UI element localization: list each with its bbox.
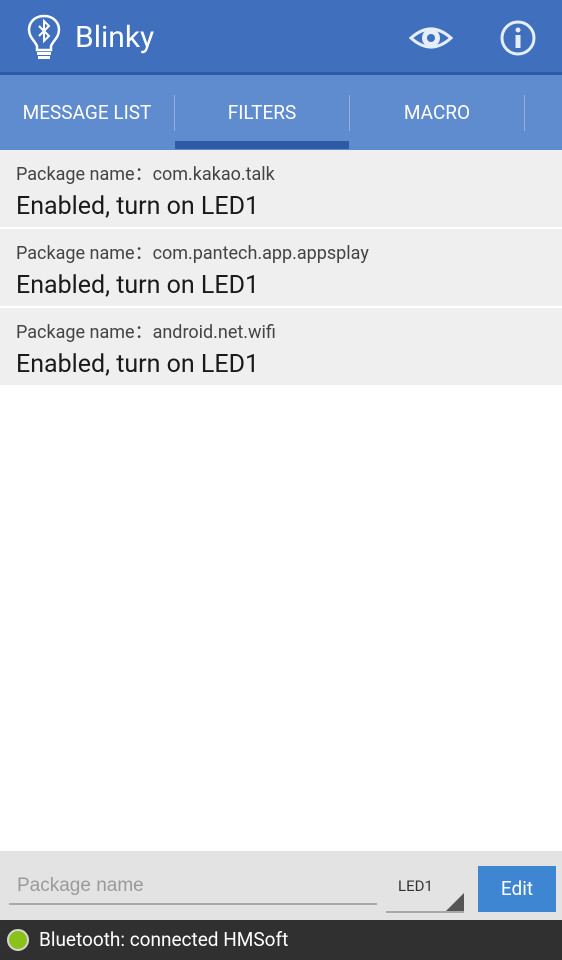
connection-indicator-icon — [7, 929, 29, 951]
edit-button[interactable]: Edit — [478, 866, 556, 912]
filter-status-text: Enabled, turn on LED1 — [16, 271, 260, 300]
package-name-input[interactable] — [9, 869, 377, 905]
app-bar: Blinky — [0, 0, 562, 75]
bluetooth-status-bar: Bluetooth: connected HMSoft — [0, 920, 562, 960]
package-name-text: Package name：android.net.wifi — [16, 322, 276, 343]
led-select-value: LED1 — [398, 877, 433, 895]
package-name-text: Package name：com.pantech.app.appsplay — [16, 243, 369, 264]
led-select[interactable]: LED1 — [386, 869, 464, 913]
filter-status-text: Enabled, turn on LED1 — [16, 350, 260, 379]
filter-row[interactable]: Package name：com.kakao.talk Enabled, tur… — [0, 150, 562, 229]
tab-label: MACRO — [403, 101, 471, 124]
eye-icon[interactable] — [408, 18, 454, 58]
tab-filters[interactable]: FILTERS — [175, 75, 349, 150]
app-title: Blinky — [75, 20, 155, 55]
bulb-bluetooth-icon — [27, 14, 61, 59]
filter-list: Package name：com.kakao.talk Enabled, tur… — [0, 150, 562, 387]
filter-editor-bar: LED1 Edit — [0, 851, 562, 920]
info-icon[interactable] — [498, 18, 538, 58]
filter-status-text: Enabled, turn on LED1 — [16, 192, 260, 221]
tab-macro[interactable]: MACRO — [350, 75, 524, 150]
tab-message-list[interactable]: MESSAGE LIST — [0, 75, 174, 150]
filter-row[interactable]: Package name：com.pantech.app.appsplay En… — [0, 229, 562, 308]
tab-divider — [524, 95, 525, 131]
tab-label: FILTERS — [227, 101, 297, 124]
package-name-text: Package name：com.kakao.talk — [16, 164, 275, 185]
bluetooth-status-text: Bluetooth: connected HMSoft — [39, 928, 289, 951]
tab-label: MESSAGE LIST — [22, 101, 152, 124]
selected-tab-indicator — [175, 141, 349, 149]
filter-row[interactable]: Package name：android.net.wifi Enabled, t… — [0, 308, 562, 387]
tab-bar: MESSAGE LIST FILTERS MACRO — [0, 75, 562, 150]
dropdown-arrow-icon — [446, 893, 464, 911]
